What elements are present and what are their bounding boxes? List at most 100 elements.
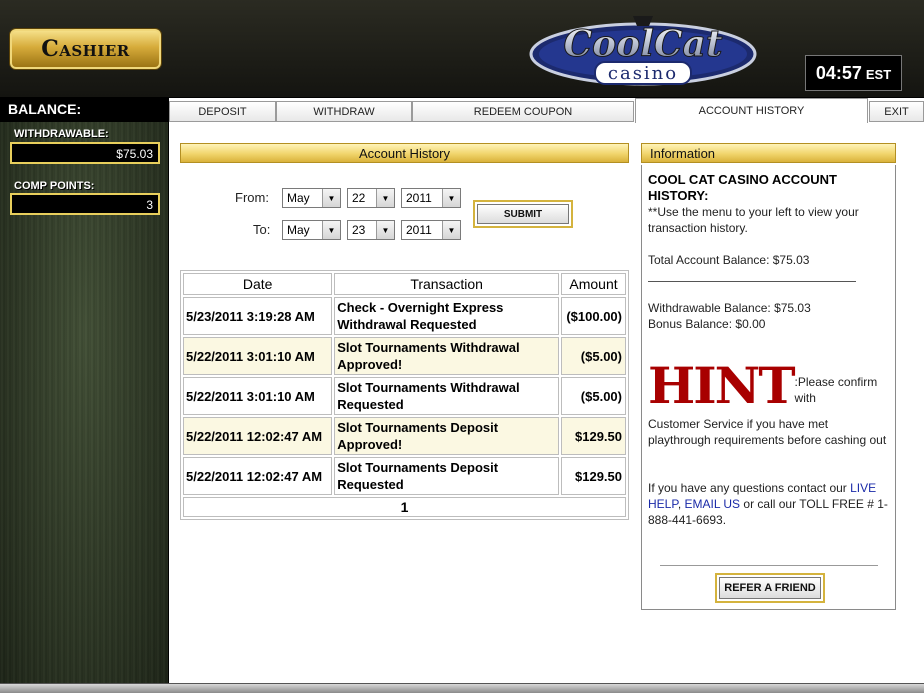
from-month-select[interactable]: May ▼ [282,188,341,208]
row-transaction-line1: Slot Tournaments Withdrawal [337,340,520,355]
tab-withdraw[interactable]: WITHDRAW [276,101,412,122]
cashier-label: Cashier [41,36,130,62]
column-header-transaction: Transaction [334,273,560,295]
withdrawable-value: $75.03 [10,142,160,164]
tab-bar: DEPOSIT WITHDRAW REDEEM COUPON ACCOUNT H… [169,98,924,124]
table-header-row: Date Transaction Amount [183,273,626,295]
row-transaction-line1: Slot Tournaments Deposit [337,420,499,435]
divider [648,281,856,282]
column-header-amount: Amount [561,273,626,295]
table-row: 5/22/2011 3:01:10 AM Slot Tournaments Wi… [183,337,626,375]
row-transaction-line2: Requested [337,397,404,412]
table-row: 5/23/2011 3:19:28 AM Check - Overnight E… [183,297,626,335]
to-year-select[interactable]: 2011 ▼ [401,220,461,240]
page-number[interactable]: 1 [183,497,626,517]
pagination-row: 1 [183,497,626,517]
sidebar: BALANCE: WITHDRAWABLE: $75.03 COMP POINT… [0,98,169,683]
row-transaction: Slot Tournaments Deposit Requested [334,457,560,495]
row-amount: $129.50 [561,417,626,455]
header: Cashier CoolCat casino 04:57 EST [0,0,924,98]
refer-a-friend-button[interactable]: REFER A FRIEND [715,573,825,603]
clock: 04:57 EST [805,55,902,91]
table-row: 5/22/2011 12:02:47 AM Slot Tournaments D… [183,417,626,455]
info-withdrawable-balance: Withdrawable Balance: $75.03 [648,301,811,315]
tab-exit[interactable]: EXIT [869,101,924,122]
info-heading: COOL CAT CASINO ACCOUNT HISTORY: [648,172,837,203]
refer-label: REFER A FRIEND [719,577,821,599]
contact-prefix: If you have any questions contact our [648,481,851,495]
information-panel: COOL CAT CASINO ACCOUNT HISTORY: **Use t… [641,165,896,610]
row-transaction: Check - Overnight Express Withdrawal Requ… [334,297,560,335]
from-year-value: 2011 [406,191,432,205]
main-content: Account History From: May ▼ 22 ▼ 2011 ▼ … [169,124,924,683]
brand-bottom-text: casino [608,63,678,84]
to-year-value: 2011 [406,223,432,237]
row-amount: $129.50 [561,457,626,495]
tab-redeem-coupon[interactable]: REDEEM COUPON [412,101,634,122]
to-label: To: [253,222,271,237]
clock-time: 04:57 [815,62,862,83]
row-date: 5/23/2011 3:19:28 AM [183,297,333,335]
from-label: From: [235,190,269,205]
balance-label: BALANCE: [0,98,169,122]
cashier-logo: Cashier [10,29,161,69]
row-transaction-line2: Approved! [337,437,403,452]
hint-word: HINT [648,356,796,415]
to-day-value: 23 [352,223,366,237]
comp-points-value: 3 [10,193,160,215]
bottom-bar [0,683,924,693]
submit-button[interactable]: SUBMIT [473,200,573,228]
row-date: 5/22/2011 3:01:10 AM [183,377,333,415]
column-header-date: Date [183,273,333,295]
chevron-down-icon: ▼ [322,221,340,239]
row-transaction-line1: Slot Tournaments Withdrawal [337,380,520,395]
clock-zone: EST [865,67,892,82]
from-month-value: May [287,191,310,205]
row-amount: ($5.00) [561,377,626,415]
chevron-down-icon: ▼ [442,189,460,207]
submit-label: SUBMIT [477,204,569,224]
transaction-table: Date Transaction Amount 5/23/2011 3:19:2… [180,270,629,520]
info-total-balance: Total Account Balance: $75.03 [648,253,810,267]
tab-account-history[interactable]: ACCOUNT HISTORY [635,98,868,123]
row-date: 5/22/2011 12:02:47 AM [183,457,333,495]
to-day-select[interactable]: 23 ▼ [347,220,395,240]
brand-top-text: CoolCat [564,23,723,65]
chevron-down-icon: ▼ [376,221,394,239]
row-date: 5/22/2011 12:02:47 AM [183,417,333,455]
table-row: 5/22/2011 3:01:10 AM Slot Tournaments Wi… [183,377,626,415]
info-contact: If you have any questions contact our LI… [648,480,891,528]
tab-deposit[interactable]: DEPOSIT [169,101,276,122]
row-transaction-line2: Approved! [337,357,403,372]
comp-points-label: COMP POINTS: [14,180,95,192]
row-transaction: Slot Tournaments Withdrawal Approved! [334,337,560,375]
from-year-select[interactable]: 2011 ▼ [401,188,461,208]
account-history-title: Account History [180,143,629,163]
row-transaction: Slot Tournaments Withdrawal Requested [334,377,560,415]
row-transaction-line1: Slot Tournaments Deposit [337,460,499,475]
table-row: 5/22/2011 12:02:47 AM Slot Tournaments D… [183,457,626,495]
row-date: 5/22/2011 3:01:10 AM [183,337,333,375]
row-transaction-line1: Check - Overnight Express [337,300,504,315]
to-month-select[interactable]: May ▼ [282,220,341,240]
information-title: Information [641,143,896,163]
cool-cat-casino-logo: CoolCat casino [529,16,757,86]
from-day-value: 22 [352,191,366,205]
info-menu-note: **Use the menu to your left to view your… [648,205,859,235]
withdrawable-label: WITHDRAWABLE: [14,128,109,140]
email-us-link[interactable]: EMAIL US [684,497,740,511]
chevron-down-icon: ▼ [376,189,394,207]
to-month-value: May [287,223,310,237]
hint-text-2: Customer Service if you have met playthr… [648,417,887,447]
row-transaction-line2: Requested [337,477,404,492]
info-bonus-balance: Bonus Balance: $0.00 [648,317,766,331]
hint-text-1: :Please confirm with [794,375,878,405]
chevron-down-icon: ▼ [322,189,340,207]
from-day-select[interactable]: 22 ▼ [347,188,395,208]
row-amount: ($100.00) [561,297,626,335]
chevron-down-icon: ▼ [442,221,460,239]
row-amount: ($5.00) [561,337,626,375]
hint-block: HINT :Please confirm with [648,356,891,415]
row-transaction: Slot Tournaments Deposit Approved! [334,417,560,455]
row-transaction-line2: Withdrawal Requested [337,317,477,332]
